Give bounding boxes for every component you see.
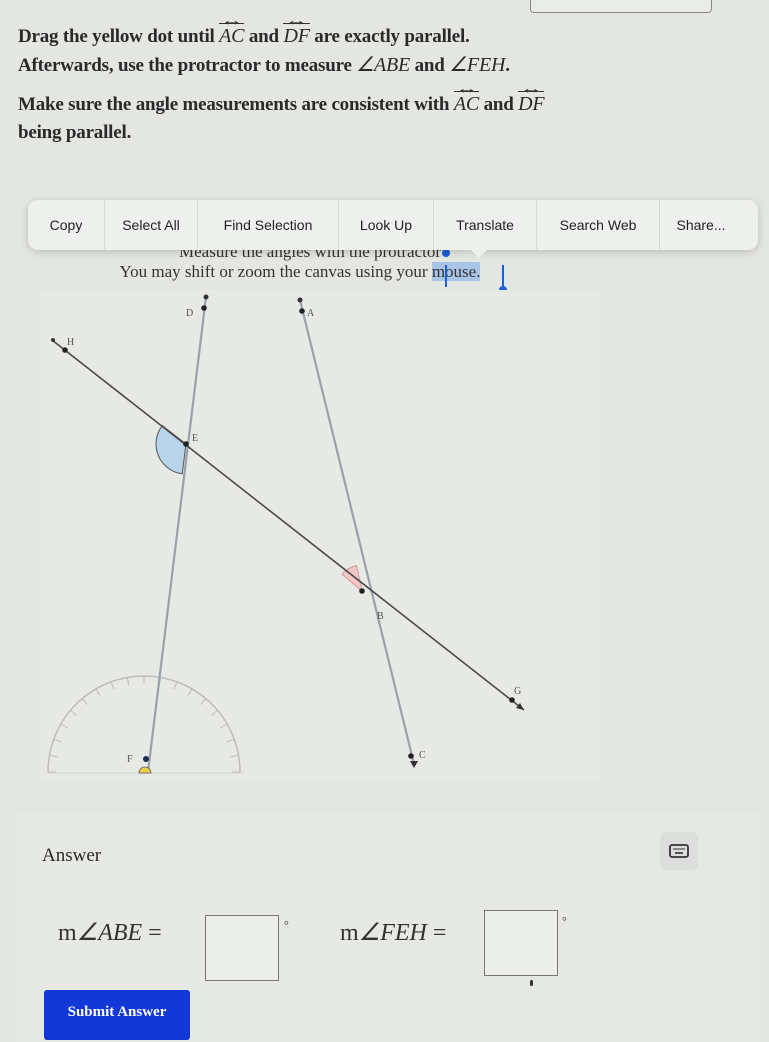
- point-d[interactable]: [201, 305, 207, 311]
- point-a[interactable]: [299, 308, 305, 314]
- label-b: B: [377, 611, 384, 622]
- angle-abe-notation: ∠ABE: [356, 54, 411, 76]
- context-menu-pointer: [470, 249, 488, 258]
- label-e: E: [192, 433, 198, 444]
- degree-symbol-abe: °: [284, 918, 289, 932]
- keyboard-toggle-button[interactable]: [660, 832, 698, 870]
- canvas-background[interactable]: [40, 290, 600, 780]
- menu-item-look-up[interactable]: Look Up: [339, 200, 434, 250]
- degree-symbol-feh: °: [562, 914, 567, 928]
- line-df-notation: DF: [283, 22, 311, 50]
- label-f: F: [127, 754, 133, 765]
- arrow-icon-d-end: [203, 294, 209, 300]
- label-c: C: [419, 750, 426, 761]
- selected-text[interactable]: mouse.: [431, 262, 481, 281]
- menu-item-find-selection[interactable]: Find Selection: [198, 200, 339, 250]
- menu-item-translate[interactable]: Translate: [434, 200, 537, 250]
- equation-feh: m∠FEH =: [340, 920, 447, 946]
- angle-feh-input[interactable]: [484, 910, 558, 976]
- label-h: H: [67, 337, 74, 348]
- arrow-icon-h-end: [51, 338, 55, 342]
- point-h[interactable]: [62, 347, 68, 353]
- line-ac-notation: AC: [453, 90, 479, 118]
- label-d: D: [186, 308, 193, 319]
- menu-item-search-web[interactable]: Search Web: [537, 200, 660, 250]
- equation-abe: m∠ABE =: [58, 920, 162, 946]
- selection-end-bar: [502, 265, 504, 287]
- angle-feh-notation: ∠FEH: [449, 54, 506, 76]
- menu-item-copy[interactable]: Copy: [28, 200, 105, 250]
- line-ac-notation: AC: [219, 22, 245, 50]
- geometry-canvas[interactable]: D A H E B G C F: [0, 285, 769, 785]
- instructions: Drag the yellow dot until AC and DF are …: [18, 22, 748, 157]
- label-g: G: [514, 686, 521, 697]
- point-c[interactable]: [408, 753, 414, 759]
- menu-item-share[interactable]: Share...: [660, 200, 742, 250]
- arrow-icon-a-end: [297, 297, 303, 303]
- point-b[interactable]: [359, 588, 365, 594]
- angle-abe-input[interactable]: [205, 915, 279, 981]
- answer-title: Answer: [42, 845, 102, 866]
- point-e[interactable]: [183, 441, 189, 447]
- label-a: A: [307, 308, 315, 319]
- instruction-line-3: Make sure the angle measurements are con…: [18, 90, 748, 147]
- canvas-caption-shift: You may shift or zoom the canvas using y…: [119, 262, 481, 281]
- line-df-notation: DF: [518, 90, 545, 118]
- context-menu: Copy Select All Find Selection Look Up T…: [28, 200, 758, 250]
- selection-start-bar: [445, 265, 447, 287]
- menu-item-select-all[interactable]: Select All: [105, 200, 198, 250]
- point-g[interactable]: [509, 697, 515, 703]
- cursor-dot: [530, 980, 533, 986]
- keyboard-icon: [669, 844, 689, 858]
- selection-start-handle[interactable]: [442, 249, 450, 257]
- top-frame-box: [530, 0, 712, 13]
- instruction-line-1: Drag the yellow dot until AC and DF are …: [18, 22, 748, 80]
- point-f[interactable]: [143, 756, 149, 762]
